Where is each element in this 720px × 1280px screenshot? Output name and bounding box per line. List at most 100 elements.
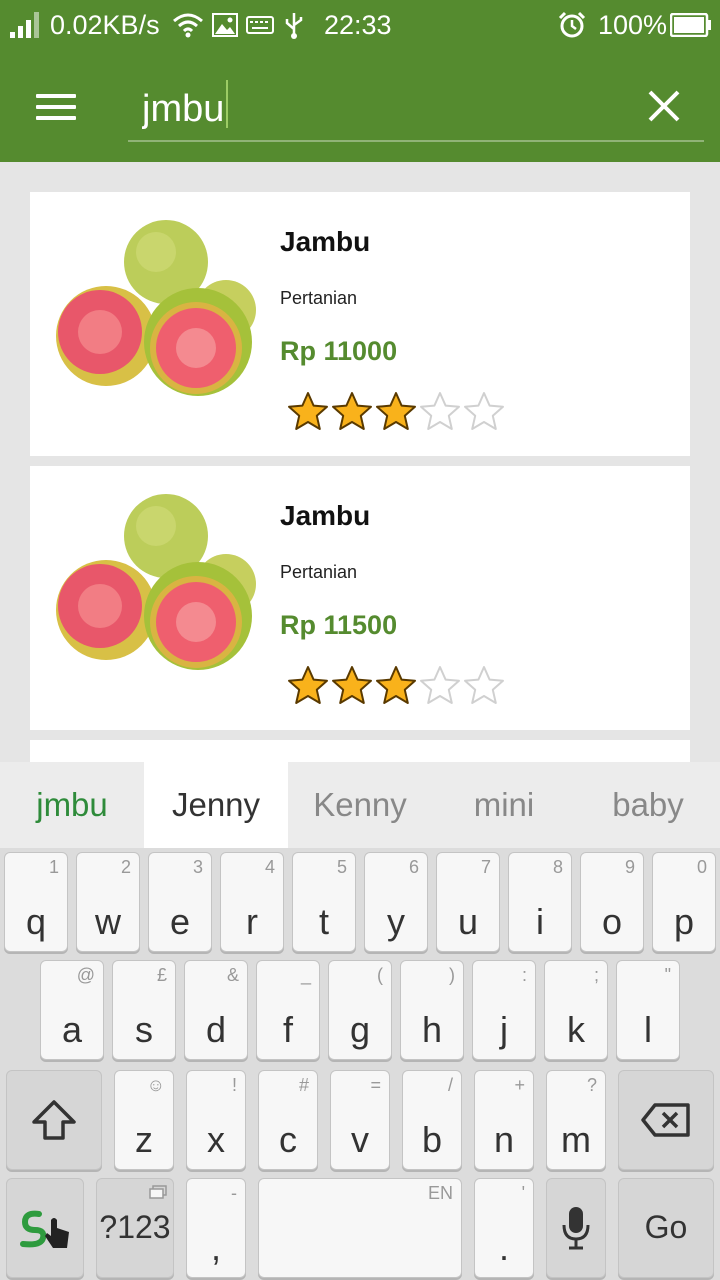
key-g[interactable]: (g [328,960,392,1060]
network-speed: 0.02KB/s [50,10,160,40]
key-label: n [493,1119,515,1160]
suggestion-item[interactable]: Kenny [288,762,432,848]
key-hint: 3 [192,857,203,877]
guava-image [56,494,256,670]
key-hint: 1 [48,857,59,877]
suggestion-item[interactable]: mini [432,762,576,848]
key-t[interactable]: 5t [292,852,356,952]
key-label: c [279,1119,297,1160]
keyboard-icon [246,16,274,34]
product-category: Pertanian [280,288,358,308]
key-label: f [282,1009,293,1050]
key-r[interactable]: 4r [220,852,284,952]
suggestion-typed[interactable]: jmbu [0,762,144,848]
key-i[interactable]: 8i [508,852,572,952]
key-a[interactable]: @ a [40,960,104,1060]
key-u[interactable]: 7u [436,852,500,952]
key-d[interactable]: & d [184,960,248,1060]
key-label: u [457,901,479,942]
key-hint: ; [593,965,599,985]
key-label: e [169,901,191,942]
key-hint: & [226,965,239,985]
key-y[interactable]: 6y [364,852,428,952]
microphone-icon [562,1207,590,1250]
comma-label: , [210,1227,221,1268]
period-label: . [498,1227,509,1268]
product-card[interactable] [30,740,690,762]
key-z[interactable]: ☺ z [114,1070,174,1170]
key-n[interactable]: + n [474,1070,534,1170]
key-hint: 4 [264,857,275,877]
key-label: h [421,1009,443,1050]
voice-input-key[interactable] [546,1178,606,1278]
key-o[interactable]: 9o [580,852,644,952]
language-hint: EN [427,1183,453,1203]
key-hint: = [370,1075,381,1095]
period-key[interactable]: ' . [474,1178,534,1278]
wifi-icon [173,13,203,38]
key-hint: @ [76,965,95,985]
product-card[interactable]: Jambu Pertanian Rp 11000 [30,192,690,456]
key-h[interactable]: ) h [400,960,464,1060]
key-x[interactable]: ! x [186,1070,246,1170]
key-q[interactable]: 1q [4,852,68,952]
clipboard-icon [149,1185,167,1199]
key-label: t [318,901,329,942]
key-hint: 8 [552,857,563,877]
key-l[interactable]: " l [616,960,680,1060]
product-price: Rp 11000 [280,336,398,366]
key-j[interactable]: :j [472,960,536,1060]
star-filled-icon [332,666,372,704]
numbers-key[interactable]: ?123 [96,1178,174,1278]
comma-hint: - [231,1183,237,1203]
key-label: o [601,901,623,942]
key-hint: _ [300,965,311,985]
key-hint: / [447,1075,453,1095]
key-label: z [135,1119,153,1160]
key-label: l [644,1009,652,1050]
period-hint: ' [521,1183,525,1203]
star-empty-icon [420,392,460,430]
status-bar: 0.02KB/s 22:33 100% [0,0,720,50]
key-hint: 6 [408,857,419,877]
star-rating [286,390,506,436]
key-m[interactable]: ? m [546,1070,606,1170]
shift-key[interactable] [6,1070,102,1170]
key-c[interactable]: # c [258,1070,318,1170]
backspace-key[interactable] [618,1070,714,1170]
signal-icon [10,12,39,38]
key-label: g [349,1009,371,1050]
suggestion-item[interactable]: Jenny [144,762,288,848]
key-hint: ☺ [146,1075,165,1095]
star-filled-icon [288,392,328,430]
comma-key[interactable]: - , [186,1178,246,1278]
product-card[interactable]: Jambu Pertanian Rp 11500 [30,466,690,730]
key-f[interactable]: _ f [256,960,320,1060]
key-k[interactable]: ; k [544,960,608,1060]
close-icon[interactable] [646,88,682,124]
key-s[interactable]: £ s [112,960,176,1060]
key-hint: 7 [480,857,491,877]
key-e[interactable]: 3e [148,852,212,952]
search-input[interactable] [128,78,704,142]
menu-icon[interactable] [36,94,76,120]
shift-icon [32,1100,76,1140]
key-hint: £ [156,965,167,985]
key-w[interactable]: 2w [76,852,140,952]
key-b[interactable]: / b [402,1070,462,1170]
soft-keyboard: ?123 - , EN ' . Go 1 q 2 w 3 e 4 r 5 t 6 y 7 u 8 i 9 o 0 p @… [0,848,720,1280]
key-label: v [351,1119,369,1160]
app-bar [0,50,720,162]
product-list: Jambu Pertanian Rp 11000 Jambu Pertanian… [0,162,720,762]
space-key[interactable]: EN [258,1178,462,1278]
suggestion-item[interactable]: baby [576,762,720,848]
key-p[interactable]: 0p [652,852,716,952]
key-label: r [246,901,258,942]
key-v[interactable]: = v [330,1070,390,1170]
swype-key[interactable] [6,1178,84,1278]
suggestion-strip: jmbu Jenny Kenny mini baby [0,762,720,848]
go-key[interactable]: Go [618,1178,714,1278]
backspace-icon [641,1103,690,1137]
product-name: Jambu [280,500,371,531]
key-label: b [421,1119,443,1160]
